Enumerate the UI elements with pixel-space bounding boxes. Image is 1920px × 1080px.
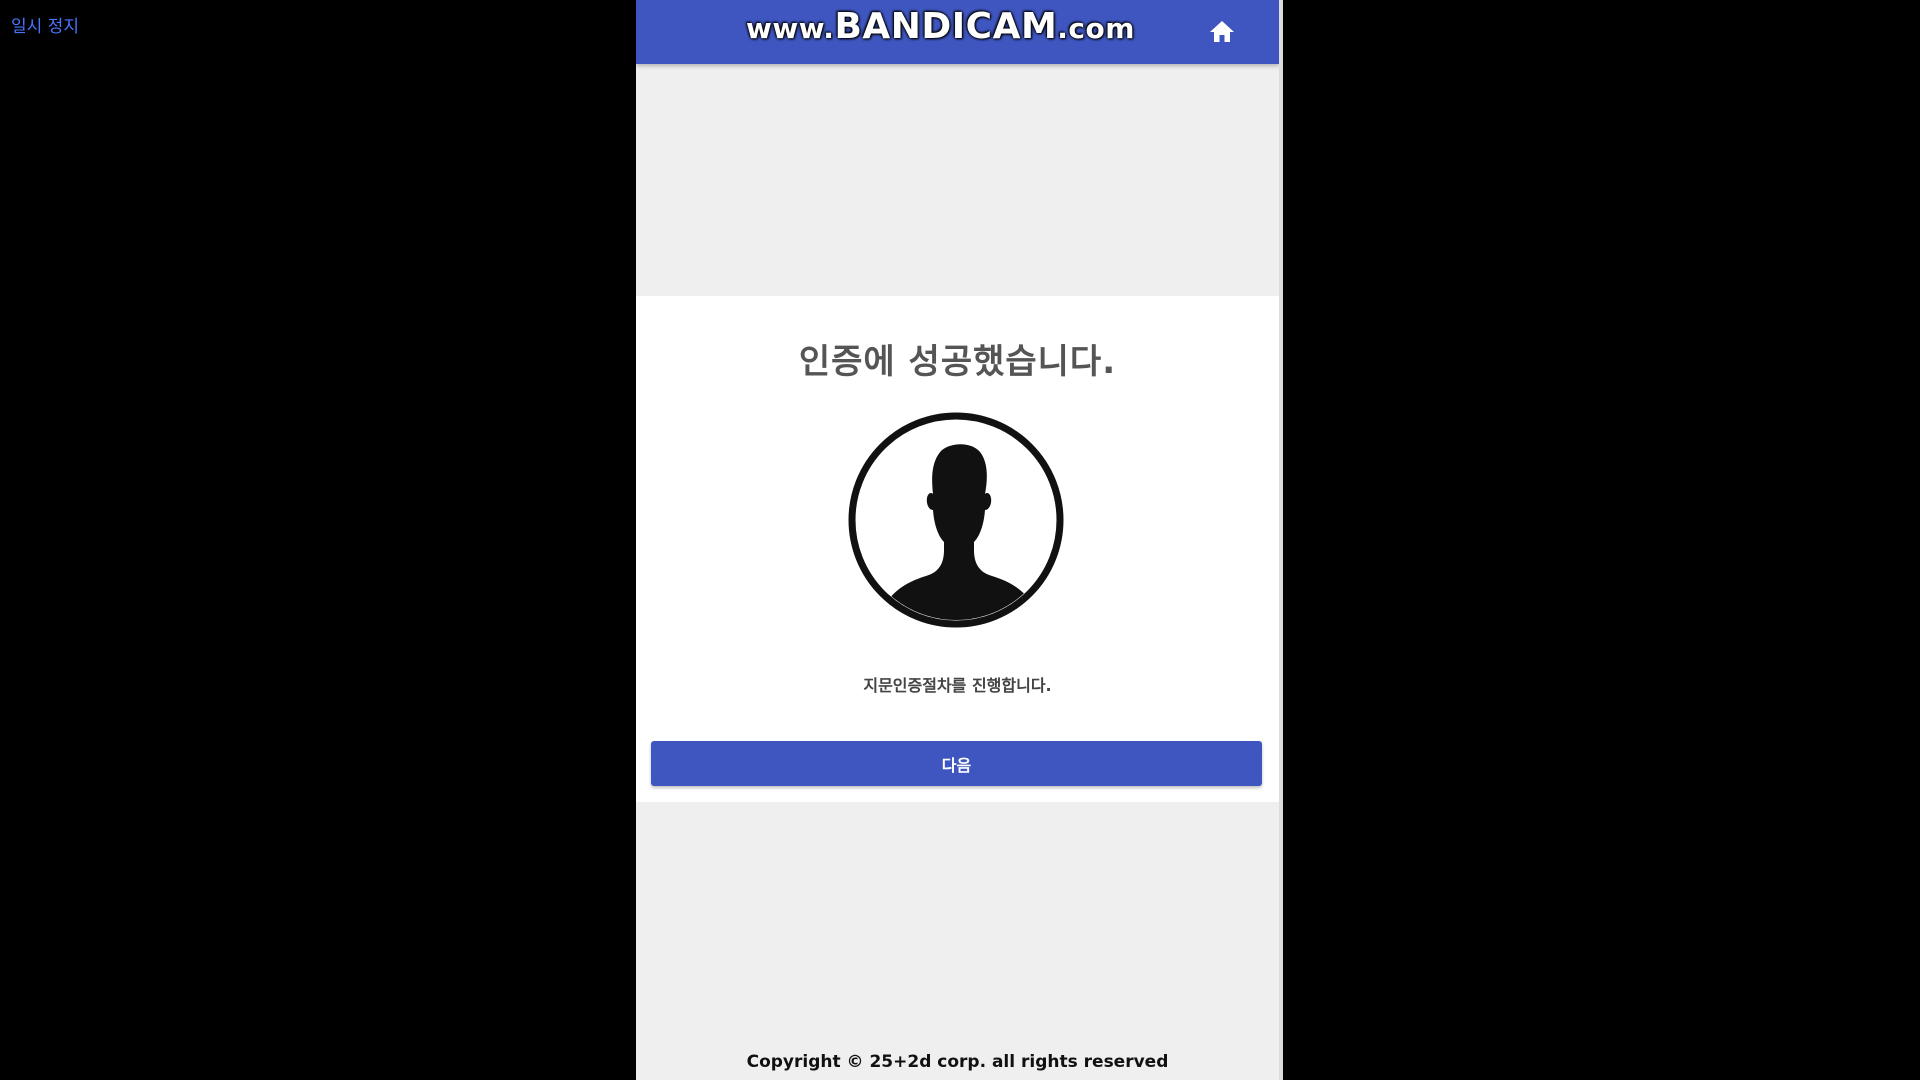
auth-success-title: 인증에 성공했습니다. [798, 342, 1117, 382]
home-icon[interactable] [1208, 18, 1236, 44]
copyright-footer: Copyright © 25+2d corp. all rights reser… [746, 1052, 1169, 1072]
phone-edge [1279, 0, 1283, 1080]
fingerprint-instruction: 지문인증절차를 진행합니다. [863, 676, 1052, 695]
phone-screen: www.BANDICAM.com 인증에 성공했습니다. 지문인증절차를 진행합… [636, 0, 1282, 1080]
watermark-suffix: .com [1057, 12, 1135, 45]
pause-status-label[interactable]: 일시 정지 [11, 12, 79, 37]
auth-result-card: 인증에 성공했습니다. 지문인증절차를 진행합니다. 다음 [636, 296, 1279, 802]
watermark-prefix: www. [746, 12, 835, 45]
next-button[interactable]: 다음 [651, 741, 1262, 786]
recorder-watermark: www.BANDICAM.com [746, 6, 1135, 47]
app-header: www.BANDICAM.com [636, 0, 1279, 64]
watermark-brand: BANDICAM [834, 6, 1058, 47]
user-silhouette-icon [848, 412, 1064, 628]
